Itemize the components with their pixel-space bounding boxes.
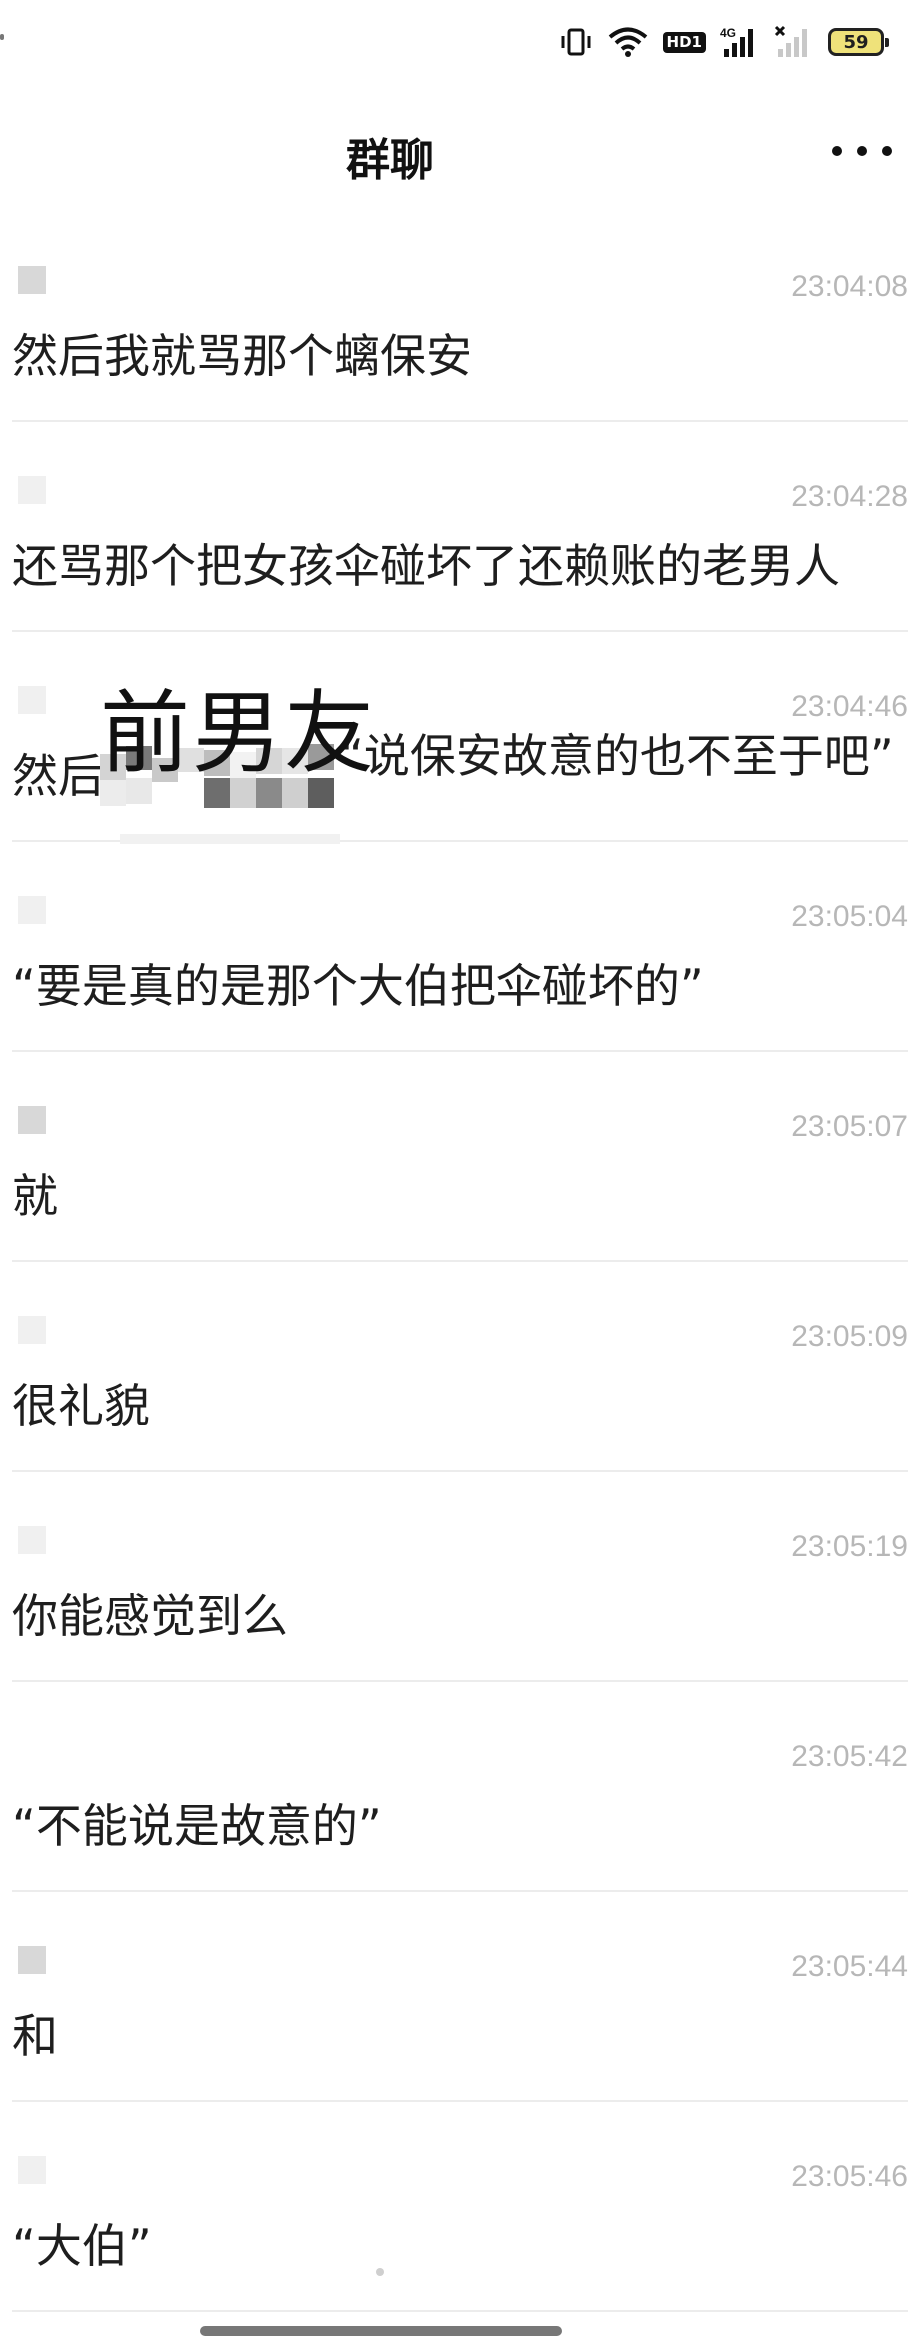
message-text: 和 bbox=[12, 2009, 58, 2063]
message-time: 23:04:46 bbox=[791, 690, 908, 723]
avatar bbox=[18, 896, 46, 924]
message-item[interactable]: 23:05:09 很礼貌 bbox=[12, 1262, 908, 1472]
message-text-suffix: “说保安故意的也不至于吧” bbox=[340, 729, 894, 783]
wifi-icon bbox=[607, 26, 649, 58]
message-time: 23:04:28 bbox=[791, 480, 908, 513]
message-item[interactable]: 23:05:04 “要是真的是那个大伯把伞碰坏的” bbox=[12, 842, 908, 1052]
status-bar: HD1 4G 59 bbox=[0, 0, 920, 80]
nav-bar: 群聊 bbox=[0, 100, 920, 200]
message-list: 23:04:08 然后我就骂那个螭保安 23:04:28 还骂那个把女孩伞碰坏了… bbox=[0, 212, 920, 2312]
message-item[interactable]: 23:05:07 就 bbox=[12, 1052, 908, 1262]
mosaic-shadow bbox=[120, 834, 340, 844]
status-icons: HD1 4G 59 bbox=[559, 22, 889, 62]
message-item[interactable]: 23:05:44 和 bbox=[12, 1892, 908, 2102]
more-button[interactable] bbox=[832, 136, 892, 166]
vibrate-icon bbox=[559, 27, 593, 57]
loading-dot bbox=[376, 2268, 384, 2276]
avatar bbox=[18, 1106, 46, 1134]
signal-no-sim-icon bbox=[774, 25, 814, 59]
message-text: 然后我就骂那个螭保安 bbox=[12, 329, 472, 383]
message-time: 23:05:04 bbox=[791, 900, 908, 933]
message-item[interactable]: 23:05:46 “大伯” bbox=[12, 2102, 908, 2312]
message-time: 23:04:08 bbox=[791, 270, 908, 303]
message-text: 就 bbox=[12, 1169, 58, 1223]
battery-icon: 59 bbox=[828, 28, 889, 56]
annotation-overlay-text: 前男友 bbox=[100, 681, 376, 786]
message-text: “不能说是故意的” bbox=[12, 1799, 382, 1853]
avatar bbox=[18, 2156, 46, 2184]
avatar bbox=[18, 1526, 46, 1554]
home-indicator[interactable] bbox=[200, 2326, 562, 2336]
message-item[interactable]: 23:05:19 你能感觉到么 bbox=[12, 1472, 908, 1682]
avatar bbox=[18, 476, 46, 504]
message-text: 你能感觉到么 bbox=[12, 1589, 288, 1643]
message-text-prefix: 然后 bbox=[12, 749, 104, 803]
message-item[interactable]: 23:04:08 然后我就骂那个螭保安 bbox=[12, 212, 908, 422]
message-text: “要是真的是那个大伯把伞碰坏的” bbox=[12, 959, 704, 1013]
message-time: 23:05:46 bbox=[791, 2160, 908, 2193]
message-time: 23:05:19 bbox=[791, 1530, 908, 1563]
avatar bbox=[18, 1316, 46, 1344]
message-time: 23:05:42 bbox=[791, 1740, 908, 1773]
message-time: 23:05:07 bbox=[791, 1110, 908, 1143]
hd-icon: HD1 bbox=[662, 31, 706, 53]
page-title: 群聊 bbox=[346, 135, 434, 186]
more-horizontal-icon bbox=[832, 146, 892, 156]
avatar bbox=[18, 1946, 46, 1974]
message-time: 23:05:44 bbox=[791, 1950, 908, 1983]
message-text: “大伯” bbox=[12, 2219, 152, 2273]
avatar bbox=[18, 266, 46, 294]
status-dot bbox=[0, 34, 4, 40]
message-text: 很礼貌 bbox=[12, 1379, 150, 1433]
message-text: 还骂那个把女孩伞碰坏了还赖账的老男人 bbox=[12, 539, 840, 593]
message-item[interactable]: 23:05:42 “不能说是故意的” bbox=[12, 1682, 908, 1892]
svg-text:4G: 4G bbox=[720, 26, 736, 40]
message-item[interactable]: 23:04:28 还骂那个把女孩伞碰坏了还赖账的老男人 bbox=[12, 422, 908, 632]
signal-4g-icon: 4G bbox=[720, 25, 760, 59]
avatar bbox=[18, 686, 46, 714]
message-time: 23:05:09 bbox=[791, 1320, 908, 1353]
